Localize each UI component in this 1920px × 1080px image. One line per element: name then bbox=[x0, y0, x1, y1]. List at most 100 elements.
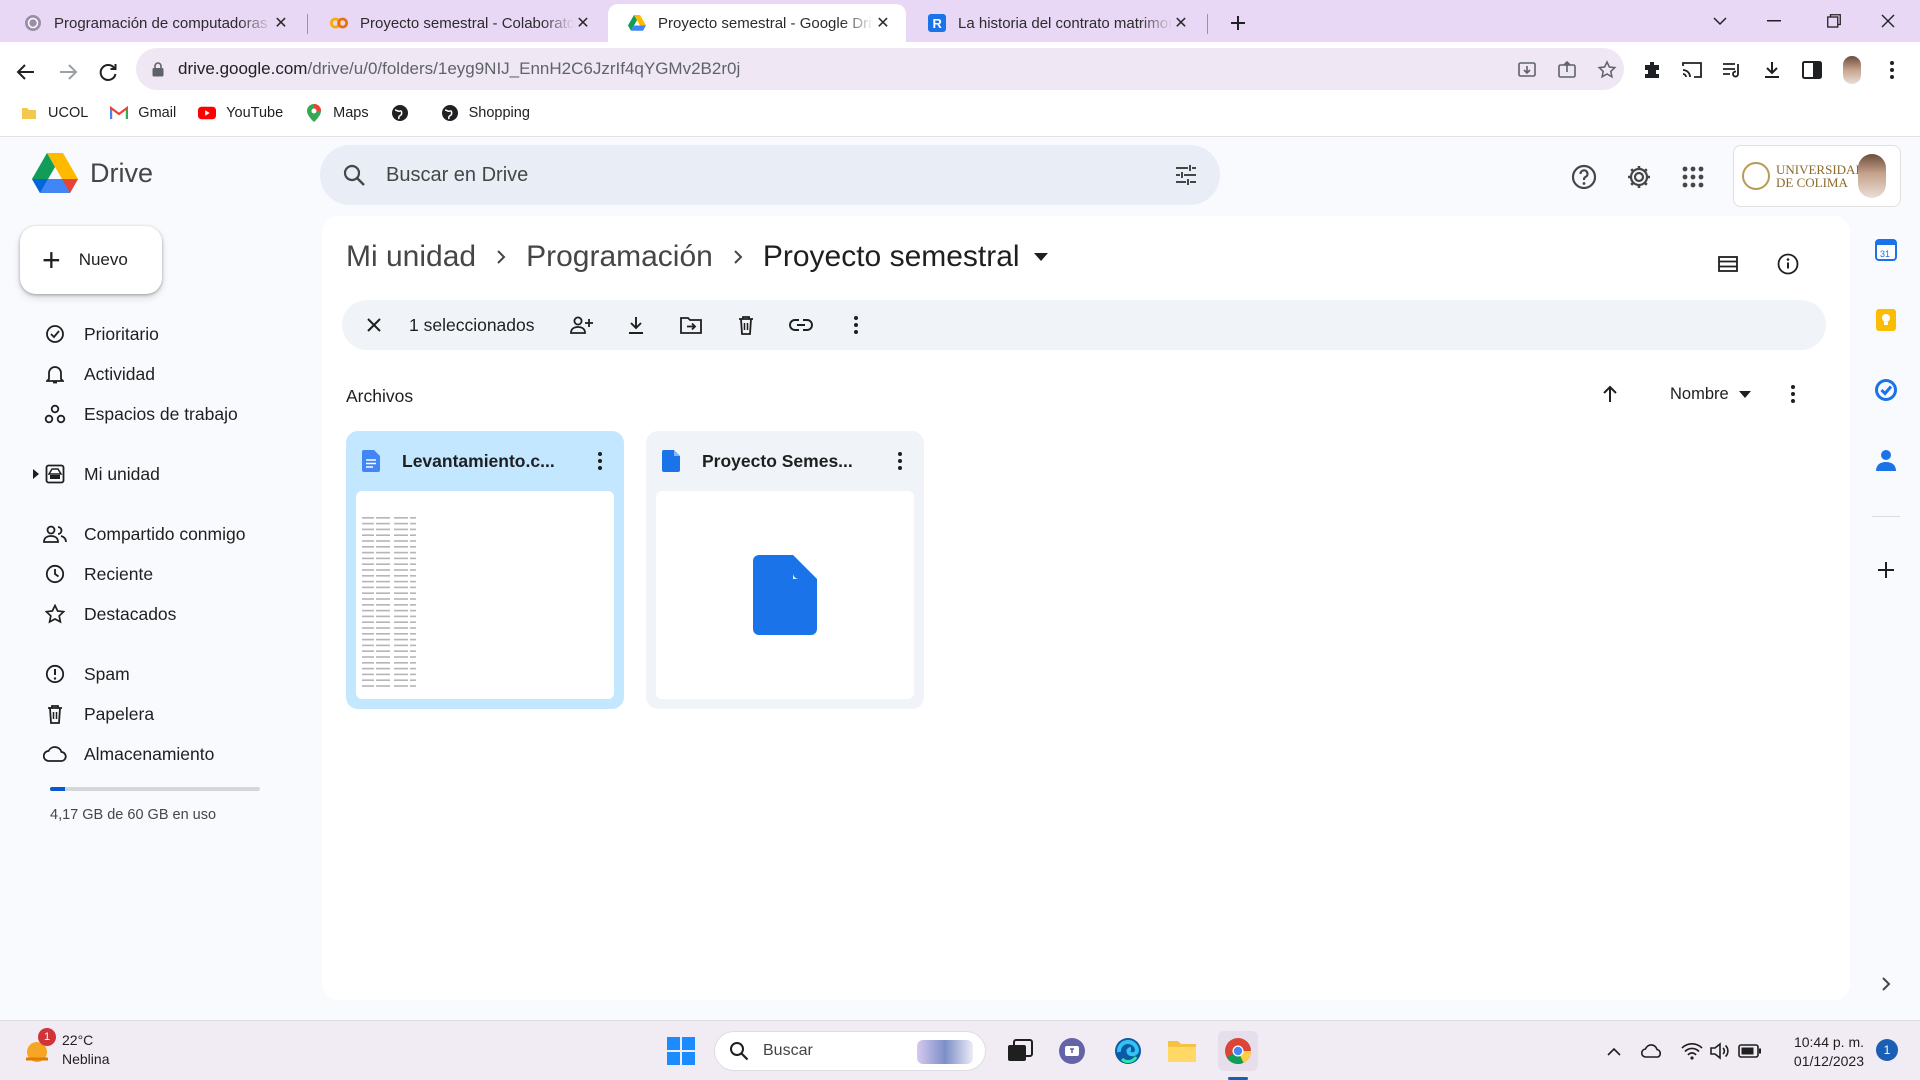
contacts-icon[interactable] bbox=[1870, 444, 1902, 476]
add-addon-icon[interactable] bbox=[1870, 554, 1902, 586]
system-clock[interactable]: 10:44 p. m. 01/12/2023 bbox=[1774, 1033, 1864, 1071]
sort-direction-arrow-icon[interactable] bbox=[1602, 376, 1618, 412]
close-icon[interactable]: ✕ bbox=[574, 14, 592, 32]
chrome-taskbar-icon[interactable] bbox=[1218, 1031, 1258, 1071]
onedrive-cloud-icon[interactable] bbox=[1640, 1039, 1664, 1063]
info-icon[interactable] bbox=[1770, 246, 1806, 282]
download-icon[interactable] bbox=[616, 305, 656, 345]
move-to-folder-icon[interactable] bbox=[671, 305, 711, 345]
sort-by-dropdown[interactable]: Nombre bbox=[1670, 376, 1751, 412]
bookmark-ucol[interactable]: UCOL bbox=[20, 104, 88, 122]
restore-icon[interactable] bbox=[1806, 4, 1862, 38]
file-card-selected[interactable]: Levantamiento.c... bbox=[346, 431, 624, 709]
plus-icon: + bbox=[42, 242, 61, 278]
file-explorer-icon[interactable] bbox=[1162, 1031, 1202, 1071]
list-view-icon[interactable] bbox=[1710, 246, 1746, 282]
rail-divider bbox=[1872, 516, 1900, 517]
bookmark-star-icon[interactable] bbox=[1596, 59, 1618, 81]
bookmark-youtube[interactable]: YouTube bbox=[198, 104, 283, 122]
notification-badge[interactable]: 1 bbox=[1876, 1039, 1898, 1061]
more-vert-icon[interactable] bbox=[1876, 54, 1908, 86]
sidebar-item-recent[interactable]: Reciente bbox=[42, 558, 153, 590]
side-panel-icon[interactable] bbox=[1796, 54, 1828, 86]
sidebar-item-activity[interactable]: Actividad bbox=[42, 358, 155, 390]
cast-icon[interactable] bbox=[1676, 54, 1708, 86]
media-playlist-icon[interactable] bbox=[1716, 54, 1748, 86]
reload-icon[interactable] bbox=[90, 54, 126, 90]
sidebar-item-label: Almacenamiento bbox=[84, 743, 215, 764]
bookmark-shopping[interactable]: Shopping bbox=[441, 104, 530, 122]
new-tab-button[interactable] bbox=[1222, 7, 1254, 39]
edge-browser-icon[interactable] bbox=[1108, 1031, 1148, 1071]
lock-icon[interactable] bbox=[152, 61, 164, 77]
volume-icon[interactable] bbox=[1708, 1039, 1732, 1063]
account-switcher[interactable]: UNIVERSIDAD DE COLIMA bbox=[1733, 145, 1901, 207]
close-icon[interactable]: ✕ bbox=[272, 14, 290, 32]
forward-icon[interactable] bbox=[50, 54, 86, 90]
bookmark-maps[interactable]: Maps bbox=[305, 104, 369, 122]
file-more-icon[interactable] bbox=[888, 449, 912, 473]
new-button[interactable]: + Nuevo bbox=[20, 226, 162, 294]
tasks-icon[interactable] bbox=[1870, 374, 1902, 406]
downloads-icon[interactable] bbox=[1756, 54, 1788, 86]
file-card[interactable]: Proyecto Semes... bbox=[646, 431, 924, 709]
weather-widget[interactable]: 22°C Neblina bbox=[22, 1031, 109, 1069]
copy-link-icon[interactable] bbox=[781, 305, 821, 345]
share-person-add-icon[interactable] bbox=[561, 305, 601, 345]
address-bar[interactable]: drive.google.com/drive/u/0/folders/1eyg9… bbox=[136, 48, 1624, 90]
more-options-icon[interactable] bbox=[1790, 376, 1796, 412]
browser-tab-active[interactable]: Proyecto semestral - Google Drive ✕ bbox=[608, 4, 906, 42]
profile-avatar[interactable] bbox=[1836, 54, 1868, 86]
drive-logo[interactable]: Drive bbox=[32, 153, 153, 193]
bookmark-globe[interactable] bbox=[391, 104, 419, 122]
browser-tab[interactable]: R La historia del contrato matrimonial ✕ bbox=[908, 4, 1204, 42]
minimize-icon[interactable] bbox=[1746, 4, 1802, 38]
sidebar-item-priority[interactable]: Prioritario bbox=[42, 318, 159, 350]
wifi-icon[interactable] bbox=[1680, 1039, 1704, 1063]
close-icon[interactable]: ✕ bbox=[874, 14, 892, 32]
back-icon[interactable] bbox=[8, 54, 44, 90]
keep-icon[interactable] bbox=[1870, 304, 1902, 336]
tray-chevron-up-icon[interactable] bbox=[1602, 1039, 1626, 1063]
share-icon[interactable] bbox=[1556, 59, 1578, 81]
search-options-icon[interactable] bbox=[1174, 163, 1198, 187]
expand-panel-chevron-icon[interactable] bbox=[1870, 968, 1902, 1000]
breadcrumb-item[interactable]: Programación bbox=[526, 240, 713, 274]
window-close-icon[interactable] bbox=[1860, 4, 1916, 38]
task-view-icon[interactable] bbox=[1000, 1031, 1040, 1071]
apps-grid-icon[interactable] bbox=[1673, 157, 1713, 197]
sidebar-item-spam[interactable]: Spam bbox=[42, 658, 130, 690]
extensions-icon[interactable] bbox=[1636, 54, 1668, 86]
bookmark-gmail[interactable]: Gmail bbox=[110, 104, 176, 122]
file-more-icon[interactable] bbox=[588, 449, 612, 473]
teams-chat-icon[interactable] bbox=[1052, 1031, 1092, 1071]
settings-gear-icon[interactable] bbox=[1619, 157, 1659, 197]
breadcrumb-current-folder[interactable]: Proyecto semestral bbox=[763, 240, 1020, 274]
sidebar-item-starred[interactable]: Destacados bbox=[42, 598, 176, 630]
install-app-icon[interactable] bbox=[1516, 59, 1538, 81]
search-icon[interactable] bbox=[342, 163, 366, 187]
sidebar-item-trash[interactable]: Papelera bbox=[42, 698, 154, 730]
clear-selection-icon[interactable] bbox=[354, 305, 394, 345]
sidebar-item-storage[interactable]: Almacenamiento bbox=[42, 738, 214, 770]
browser-tab[interactable]: Programación de computadoras ✕ bbox=[4, 4, 304, 42]
close-icon[interactable]: ✕ bbox=[1172, 14, 1190, 32]
file-name: Levantamiento.c... bbox=[402, 450, 555, 471]
help-icon[interactable] bbox=[1564, 157, 1604, 197]
tab-search-chevron-icon[interactable] bbox=[1692, 4, 1748, 38]
taskbar-search[interactable]: Buscar bbox=[714, 1031, 986, 1071]
browser-tab[interactable]: Proyecto semestral - Colaboratory ✕ bbox=[310, 4, 606, 42]
expand-arrow-icon[interactable] bbox=[30, 469, 42, 479]
battery-icon[interactable] bbox=[1738, 1039, 1762, 1063]
windows-start-icon[interactable] bbox=[661, 1031, 701, 1071]
sidebar-item-my-drive[interactable]: Mi unidad bbox=[30, 458, 160, 490]
drive-search-bar[interactable]: Buscar en Drive bbox=[320, 145, 1220, 205]
calendar-icon[interactable]: 31 bbox=[1870, 234, 1902, 266]
spam-icon bbox=[42, 661, 68, 687]
breadcrumb-item[interactable]: Mi unidad bbox=[346, 240, 476, 274]
delete-icon[interactable] bbox=[726, 305, 766, 345]
folder-menu-caret-icon[interactable] bbox=[1033, 253, 1048, 261]
more-actions-icon[interactable] bbox=[836, 305, 876, 345]
sidebar-item-workspaces[interactable]: Espacios de trabajo bbox=[42, 398, 238, 430]
sidebar-item-shared[interactable]: Compartido conmigo bbox=[42, 518, 245, 550]
